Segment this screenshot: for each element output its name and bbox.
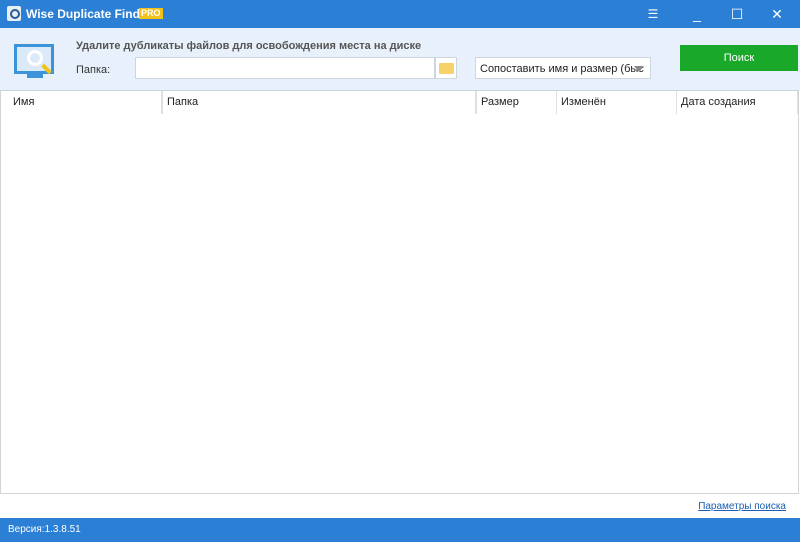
match-mode-value: Сопоставить имя и размер (быс [480, 63, 644, 75]
menu-icon[interactable]: ☰ [633, 0, 673, 28]
folder-browse-icon[interactable] [435, 57, 457, 79]
maximize-button[interactable]: ☐ [717, 0, 757, 28]
column-header-name[interactable]: Имя [9, 91, 162, 114]
search-button[interactable]: Поиск [680, 45, 798, 71]
heading: Удалите дубликаты файлов для освобождени… [76, 40, 422, 52]
chevron-down-icon [634, 66, 644, 72]
app-title: Wise Duplicate Finder [26, 7, 152, 21]
search-params-link[interactable]: Параметры поиска [698, 501, 786, 512]
version-text: Версия:1.3.8.51 [8, 524, 81, 535]
folder-label: Папка: [76, 64, 111, 76]
match-mode-select[interactable]: Сопоставить имя и размер (быс [475, 57, 651, 79]
pro-badge: PRO [139, 8, 163, 19]
results-table[interactable]: Имя Папка Размер Изменён Дата создания [0, 90, 799, 494]
column-header-created[interactable]: Дата создания [677, 91, 798, 114]
status-bar: Версия:1.3.8.51 [0, 518, 800, 542]
app-icon [7, 6, 21, 21]
close-button[interactable]: ✕ [757, 0, 797, 28]
monitor-stand [27, 74, 43, 78]
column-header-size[interactable]: Размер [476, 91, 557, 114]
monitor-search-icon [14, 44, 54, 75]
folder-input[interactable] [135, 57, 435, 79]
column-header-folder[interactable]: Папка [162, 91, 476, 114]
title-bar: Wise Duplicate Finder PRO ☰ _ ☐ ✕ [0, 0, 800, 28]
column-header-modified[interactable]: Изменён [557, 91, 677, 114]
minimize-button[interactable]: _ [677, 0, 717, 28]
